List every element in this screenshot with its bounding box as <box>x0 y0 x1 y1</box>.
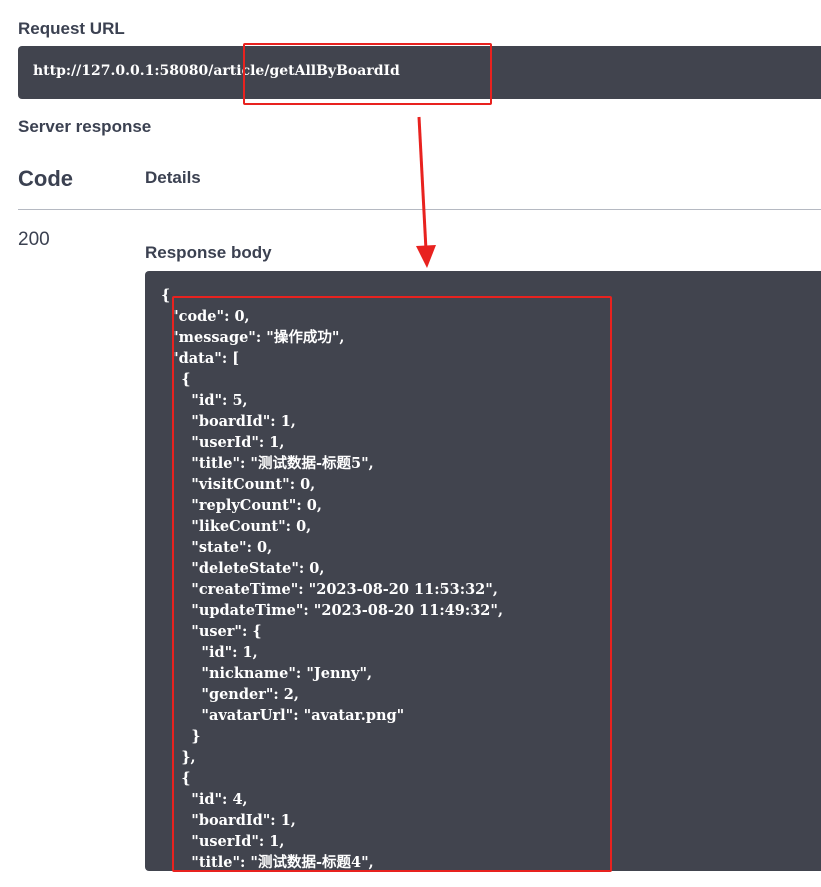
status-code: 200 <box>18 229 50 250</box>
server-response-label: Server response <box>18 117 152 136</box>
url-path-highlight-box <box>243 43 492 105</box>
code-column-header: Code <box>18 166 73 191</box>
request-url-label: Request URL <box>18 19 125 38</box>
response-body-label: Response body <box>145 243 272 262</box>
table-divider <box>18 209 821 210</box>
details-column-header: Details <box>145 168 201 187</box>
response-body-line: { <box>161 287 171 304</box>
swagger-response-panel: Request URL http://127.0.0.1:58080/artic… <box>0 0 821 887</box>
data-highlight-box <box>172 296 612 872</box>
